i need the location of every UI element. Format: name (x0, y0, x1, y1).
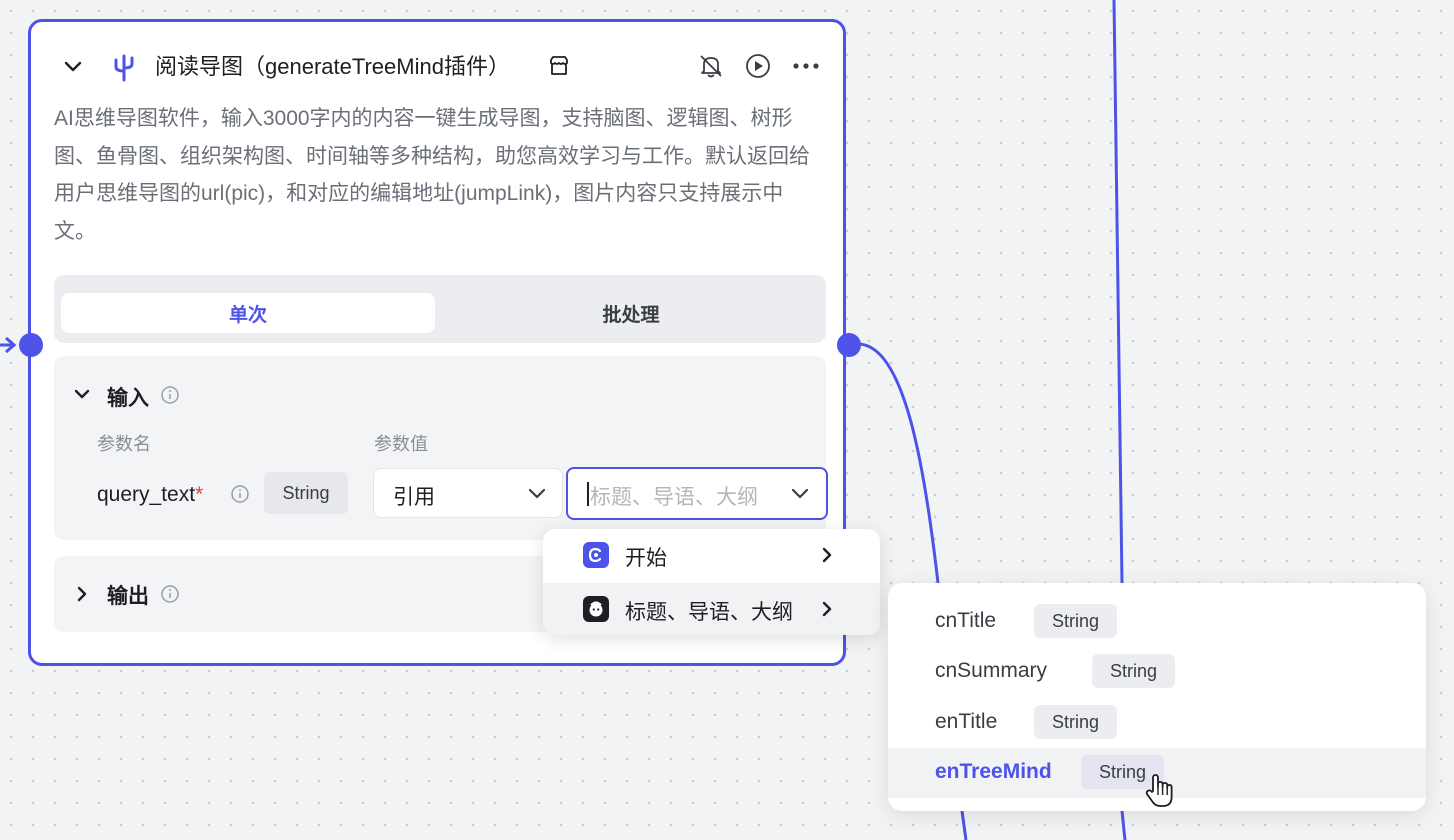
param-type-tag: String (264, 472, 348, 514)
dropdown-item-start[interactable]: 开始 (543, 529, 880, 581)
dropdown-item-label: 开始 (625, 547, 667, 570)
edge-line (1112, 0, 1124, 584)
variable-item[interactable]: cnTitle String (888, 597, 1426, 647)
value-mode-label: 引用 (393, 486, 435, 509)
bell-off-icon[interactable] (697, 52, 725, 80)
column-label-param-name: 参数名 (97, 434, 151, 454)
variable-item[interactable]: cnSummary String (888, 647, 1426, 697)
chevron-right-icon (816, 598, 838, 620)
store-icon[interactable] (547, 54, 571, 78)
variable-type-tag: String (1034, 604, 1117, 638)
variable-type-tag: String (1092, 654, 1175, 688)
required-mark: * (195, 483, 204, 506)
variable-name: cnSummary (935, 659, 1048, 682)
chevron-down-icon (526, 482, 548, 504)
chevron-down-icon (789, 482, 811, 504)
more-icon[interactable] (791, 54, 821, 78)
chevron-right-icon (816, 544, 838, 566)
output-variables-submenu: cnTitle String cnSummary String enTitle … (888, 583, 1426, 811)
start-node-icon (583, 542, 609, 568)
param-name: query_text* (97, 483, 204, 506)
variable-name: cnTitle (935, 609, 997, 632)
value-mode-select[interactable]: 引用 (373, 468, 563, 518)
info-icon[interactable] (160, 584, 180, 609)
run-mode-tabs: 单次 批处理 (54, 275, 826, 343)
variable-item[interactable]: enTitle String (888, 698, 1426, 748)
variable-name: enTitle (935, 710, 998, 733)
input-port[interactable] (19, 333, 43, 357)
output-port[interactable] (837, 333, 861, 357)
reference-value-select[interactable]: 标题、导语、大纲 (566, 467, 828, 520)
node-title: 阅读导图（generateTreeMind插件） (155, 54, 510, 79)
edge-line (960, 810, 968, 840)
input-section: 输入 参数名 参数值 query_text* String 引用 标题、导语、大… (54, 356, 828, 540)
chevron-down-icon[interactable] (71, 383, 93, 405)
dropdown-item-label: 标题、导语、大纲 (625, 601, 793, 624)
edge-line (1120, 810, 1127, 840)
reference-node-dropdown: 开始 标题、导语、大纲 (543, 529, 880, 635)
hand-cursor-icon (1144, 773, 1176, 814)
variable-type-tag: String (1034, 705, 1117, 739)
chevron-right-icon[interactable] (71, 583, 93, 605)
info-icon[interactable] (160, 385, 180, 410)
node-header: 阅读导图（generateTreeMind插件） (31, 22, 843, 110)
tab-batch[interactable]: 批处理 (444, 293, 818, 333)
input-section-title: 输入 (107, 387, 149, 410)
plugin-icon (110, 52, 138, 82)
info-icon[interactable] (230, 484, 250, 509)
play-circle-icon[interactable] (744, 52, 772, 80)
output-section-title: 输出 (107, 585, 149, 608)
column-label-param-value: 参数值 (374, 434, 428, 454)
tab-single[interactable]: 单次 (61, 293, 435, 333)
dropdown-item-outline-bot[interactable]: 标题、导语、大纲 (543, 583, 880, 635)
node-description: AI思维导图软件，输入3000字内的内容一键生成导图，支持脑图、逻辑图、树形图、… (54, 107, 810, 243)
chevron-down-icon[interactable] (61, 54, 85, 78)
variable-name: enTreeMind (935, 760, 1052, 783)
reference-value-placeholder: 标题、导语、大纲 (590, 486, 758, 509)
incoming-edge-arrow (0, 336, 17, 354)
bot-avatar-icon (583, 596, 609, 622)
text-cursor (587, 482, 589, 506)
